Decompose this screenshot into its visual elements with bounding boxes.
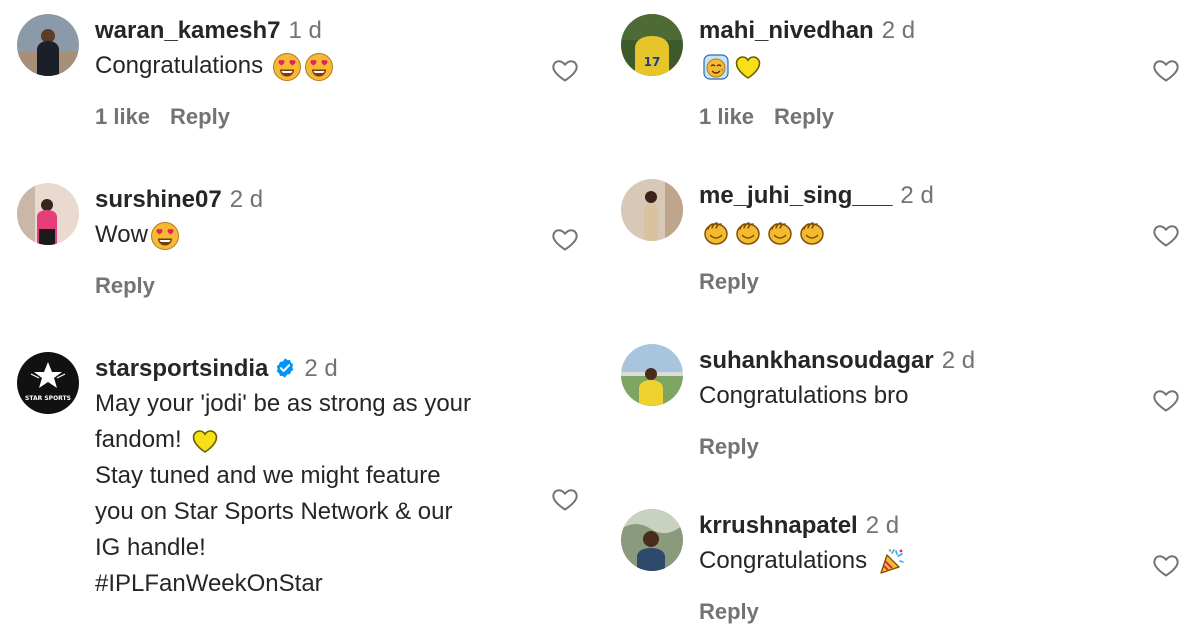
comment-body: waran_kamesh7 1 d Congratulations 1 like R… (95, 16, 334, 130)
comment-time[interactable]: 2 d (942, 347, 975, 374)
avatar[interactable]: STAR SPORTS (17, 352, 79, 414)
clapping-hands-emoji (765, 217, 795, 247)
comment-body: surshine07 2 d Wow Reply (95, 185, 263, 299)
username-link[interactable]: waran_kamesh7 (95, 17, 280, 44)
avatar[interactable] (17, 183, 79, 245)
comment-time[interactable]: 2 d (900, 182, 933, 209)
like-heart-icon[interactable] (550, 225, 580, 253)
party-popper-emoji (876, 547, 906, 577)
comment-text-line: fandom! (95, 422, 471, 458)
heart-eyes-emoji (304, 52, 334, 82)
avatar[interactable] (621, 179, 683, 241)
smiling-tear-emoji (701, 52, 731, 82)
reply-button[interactable]: Reply (699, 599, 759, 624)
comment-body: mahi_nivedhan 2 d 1 like Reply (699, 16, 915, 130)
comment-actions: Reply (95, 273, 263, 299)
comment-body: suhankhansoudagar 2 d Congratulations bro… (699, 346, 975, 460)
avatar[interactable] (17, 14, 79, 76)
comment-body: krrushnapatel 2 d Congratulations Reply (699, 511, 906, 625)
hashtag-link[interactable]: #IPLFanWeekOnStar (95, 566, 471, 602)
comment-text-line: May your 'jodi' be as strong as your (95, 390, 472, 417)
reply-button[interactable]: Reply (774, 104, 834, 129)
comment-text-content: Congratulations bro (699, 382, 909, 409)
comment-time[interactable]: 1 d (288, 17, 321, 44)
like-heart-icon[interactable] (1151, 221, 1181, 249)
username-link[interactable]: suhankhansoudagar (699, 347, 934, 374)
comment-actions: Reply (699, 269, 934, 295)
username-link[interactable]: krrushnapatel (699, 512, 858, 539)
reply-button[interactable]: Reply (699, 269, 759, 294)
comment-time[interactable]: 2 d (230, 186, 263, 213)
like-heart-icon[interactable] (1151, 386, 1181, 414)
comment-text-line: Stay tuned and we might feature (95, 462, 441, 489)
comment-actions: 1 like Reply (699, 104, 915, 130)
like-heart-icon[interactable] (1151, 551, 1181, 579)
yellow-heart-emoji (733, 52, 763, 82)
heart-eyes-emoji (150, 221, 180, 251)
clapping-hands-emoji (733, 217, 763, 247)
like-heart-icon[interactable] (550, 485, 580, 513)
comment-body: starsportsindia 2 d May your 'jodi' be as… (95, 354, 471, 602)
svg-text:STAR SPORTS: STAR SPORTS (25, 395, 71, 402)
comment-text-content: fandom! (95, 426, 182, 453)
avatar[interactable] (621, 509, 683, 571)
comment-actions: Reply (699, 599, 906, 625)
comment-actions: Reply (699, 434, 975, 460)
comment-time[interactable]: 2 d (866, 512, 899, 539)
reply-button[interactable]: Reply (95, 273, 155, 298)
comment-text-line: IG handle! (95, 534, 206, 561)
yellow-heart-emoji (190, 426, 220, 456)
verified-badge-icon (277, 358, 294, 378)
svg-text:17: 17 (644, 55, 661, 69)
likes-count[interactable]: 1 like (699, 104, 754, 129)
reply-button[interactable]: Reply (170, 104, 230, 129)
comment-actions: 1 like Reply (95, 104, 334, 130)
comment-body: me_juhi_sing___ 2 d Reply (699, 181, 934, 295)
comment-text (699, 213, 934, 249)
comment-time[interactable]: 2 d (882, 17, 915, 44)
clapping-hands-emoji (701, 217, 731, 247)
heart-eyes-emoji (272, 52, 302, 82)
avatar[interactable] (621, 344, 683, 406)
username-link[interactable]: surshine07 (95, 186, 222, 213)
comment-text: Wow (95, 217, 263, 253)
likes-count[interactable]: 1 like (95, 104, 150, 129)
comment-text-content: Congratulations (699, 547, 868, 574)
comment-text-content: Congratulations (95, 52, 264, 79)
comment-text-content: Wow (95, 221, 148, 248)
clapping-hands-emoji (797, 217, 827, 247)
reply-button[interactable]: Reply (699, 434, 759, 459)
like-heart-icon[interactable] (550, 56, 580, 84)
comment-time[interactable]: 2 d (304, 355, 337, 382)
comment-text: May your 'jodi' be as strong as your fan… (95, 386, 471, 602)
comment-text: Congratulations (95, 48, 334, 84)
comment-text (699, 48, 915, 84)
like-heart-icon[interactable] (1151, 56, 1181, 84)
comment-text: Congratulations bro (699, 378, 975, 414)
username-link[interactable]: me_juhi_sing___ (699, 182, 892, 209)
username-link[interactable]: starsportsindia (95, 355, 268, 382)
comment-text-line: you on Star Sports Network & our (95, 498, 453, 525)
comment-text: Congratulations (699, 543, 906, 579)
avatar[interactable]: 17 (621, 14, 683, 76)
username-link[interactable]: mahi_nivedhan (699, 17, 874, 44)
